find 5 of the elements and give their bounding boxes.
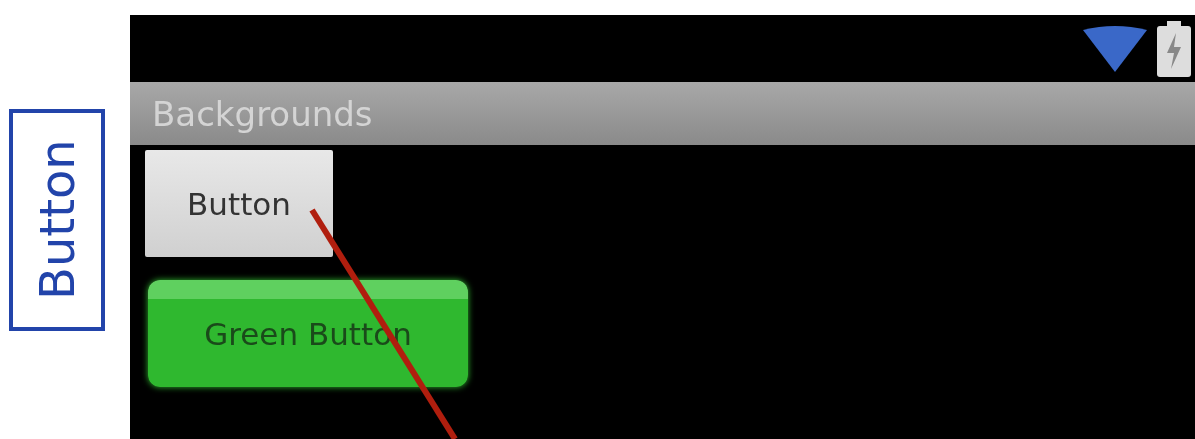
side-label: Button (9, 108, 105, 331)
battery-icon (1157, 20, 1191, 77)
title-bar: Backgrounds (130, 82, 1195, 145)
button[interactable]: Button (145, 150, 333, 257)
wifi-icon (1083, 25, 1147, 72)
